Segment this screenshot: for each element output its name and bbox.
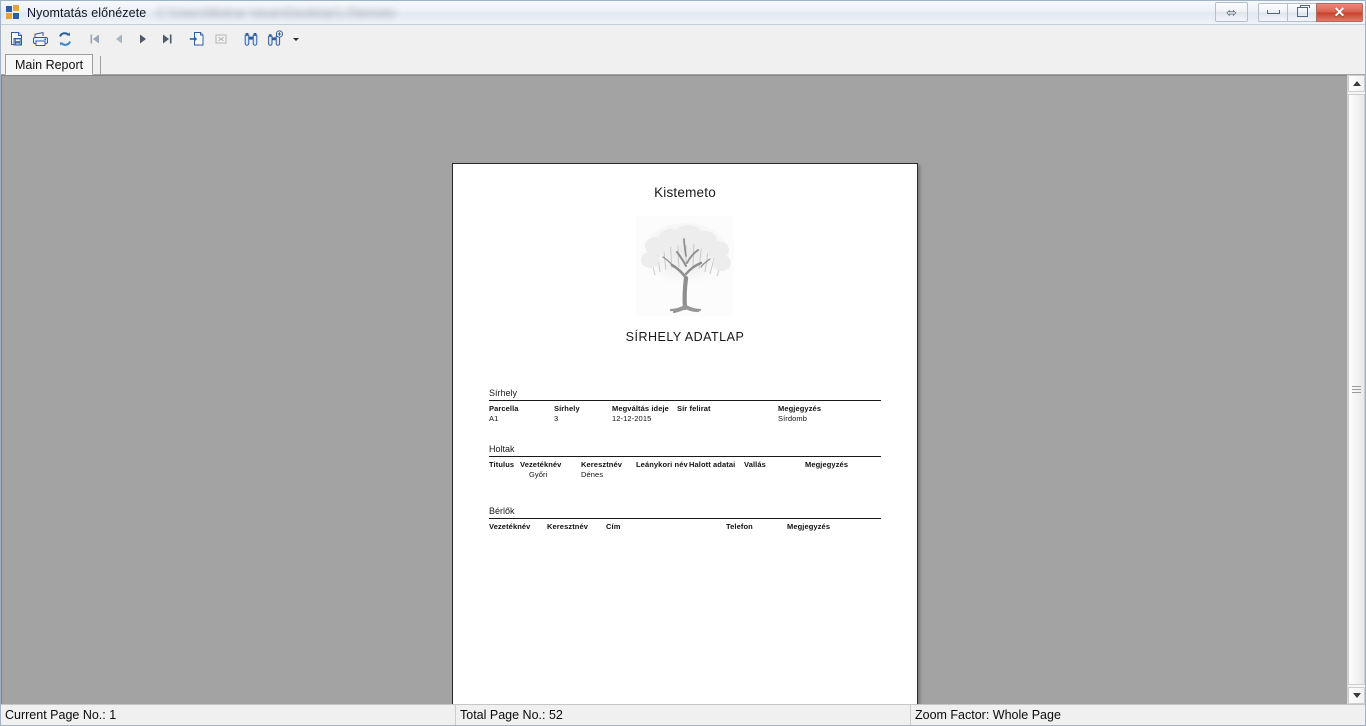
go-to-page-button[interactable]: [185, 27, 209, 50]
col-megjegyzes-header: Megjegyzés: [778, 404, 822, 413]
binoculars-icon: [244, 32, 258, 46]
cell-parcella-value: A1: [489, 414, 499, 423]
last-page-button[interactable]: [155, 27, 179, 50]
scrollbar-grip-icon: [1352, 386, 1361, 393]
section-holtak-grid: Titulus Vezetéknév Keresztnév Leánykori …: [489, 460, 881, 484]
col-titulus-header: Titulus: [489, 460, 515, 469]
close-page-icon: [215, 34, 227, 43]
col-sirfelirat-header: Sír felirat: [677, 404, 711, 413]
status-bar: Current Page No.: 1 Total Page No.: 52 Z…: [1, 704, 1365, 725]
refresh-button[interactable]: [53, 27, 77, 50]
tab-divider: [100, 56, 102, 74]
next-page-icon: [140, 34, 146, 43]
minimize-button[interactable]: [1258, 2, 1287, 22]
section-berlok-label: Bérlők: [489, 506, 515, 516]
app-icon: [6, 4, 22, 21]
section-berlok-rule: [489, 518, 881, 519]
col-berlo-keresztnev-header: Keresztnév: [547, 522, 589, 531]
preview-area: Kistemeto SÍRHELY ADATLAP Sírhely Parcel…: [1, 75, 1365, 704]
col-berlo-cim-header: Cím: [606, 522, 621, 531]
window-title: Nyomtatás előnézete: [27, 5, 147, 20]
export-icon: [11, 31, 22, 45]
maximize-button[interactable]: [1287, 2, 1316, 22]
previous-page-icon: [116, 34, 122, 43]
section-berlok: Bérlők Vezetéknév Keresztnév Cím Telefon…: [489, 506, 881, 546]
section-berlok-grid: Vezetéknév Keresztnév Cím Telefon Megjeg…: [489, 522, 881, 546]
minimize-icon: [1266, 10, 1280, 14]
maximize-icon: [1296, 5, 1310, 17]
section-sirhely-label: Sírhely: [489, 388, 518, 398]
col-vezeteknev-header: Vezetéknév: [520, 460, 562, 469]
col-sirhely-header: Sírhely: [554, 404, 580, 413]
vertical-scrollbar[interactable]: [1347, 75, 1365, 704]
report-page: Kistemeto SÍRHELY ADATLAP Sírhely Parcel…: [452, 163, 918, 704]
printer-icon: [33, 31, 48, 46]
first-page-button[interactable]: [83, 27, 107, 50]
report-header-title: Kistemeto: [654, 185, 716, 200]
tab-strip: Main Report: [1, 52, 1365, 75]
cell-vezeteknev-value: Győri: [529, 470, 548, 479]
col-vallas-header: Vallás: [744, 460, 766, 469]
section-holtak-label: Holtak: [489, 444, 515, 454]
col-megvaltas-header: Megváltás ideje: [612, 404, 669, 413]
cell-megjegyzes-value: Sírdomb: [778, 414, 808, 423]
stop-button: [209, 27, 233, 50]
close-icon: ✕: [1333, 4, 1346, 20]
print-preview-window: Nyomtatás előnézete C:\Users\Molnar Istv…: [0, 0, 1366, 726]
previous-page-button[interactable]: [107, 27, 131, 50]
tab-main-report[interactable]: Main Report: [5, 54, 94, 75]
col-holtak-megjegyzes-header: Megjegyzés: [805, 460, 849, 469]
section-holtak: Holtak Titulus Vezetéknév Keresztnév Leá…: [489, 444, 881, 484]
scrollbar-thumb[interactable]: [1348, 94, 1365, 685]
col-berlo-telefon-header: Telefon: [726, 522, 753, 531]
caret-up-icon: [1352, 81, 1361, 86]
toolbar: [1, 25, 1365, 52]
preview-canvas[interactable]: Kistemeto SÍRHELY ADATLAP Sírhely Parcel…: [1, 75, 1347, 704]
report-subtitle: SÍRHELY ADATLAP: [625, 330, 745, 344]
next-page-button[interactable]: [131, 27, 155, 50]
title-bar: Nyomtatás előnézete C:\Users\Molnar Istv…: [1, 1, 1365, 25]
chevron-down-icon: [293, 37, 299, 41]
scroll-down-button[interactable]: [1348, 687, 1365, 704]
first-page-icon: [90, 34, 99, 43]
col-berlo-megjegyzes-header: Megjegyzés: [787, 522, 831, 531]
tab-main-report-label: Main Report: [15, 57, 84, 72]
go-to-page-icon: [189, 31, 204, 45]
status-current-page: Current Page No.: 1: [1, 705, 456, 725]
col-berlo-vezeteknev-header: Vezetéknév: [489, 522, 531, 531]
col-parcella-header: Parcella: [489, 404, 519, 413]
section-sirhely-grid: Parcella Sírhely Megváltás ideje Sír fel…: [489, 404, 881, 428]
export-report-button[interactable]: [5, 27, 29, 50]
col-leanykorinev-header: Leánykori név: [636, 460, 688, 469]
print-report-button[interactable]: [29, 27, 53, 50]
window-title-path: C:\Users\Molnar Istvan\Desktop\1.0\temet…: [156, 5, 396, 20]
section-holtak-rule: [489, 456, 881, 457]
col-halottadatai-header: Halott adatai: [689, 460, 736, 469]
scroll-up-button[interactable]: [1348, 75, 1365, 92]
col-keresztnev-header: Keresztnév: [581, 460, 623, 469]
status-zoom-factor: Zoom Factor: Whole Page: [915, 708, 1061, 722]
status-total-pages: Total Page No.: 52: [456, 705, 911, 725]
section-sirhely-rule: [489, 400, 881, 401]
close-button[interactable]: ✕: [1316, 2, 1363, 22]
refresh-icon: [59, 31, 71, 46]
zoom-dropdown-button[interactable]: [287, 27, 305, 50]
cell-keresztnev-value: Dénes: [581, 470, 604, 479]
section-sirhely: Sírhely Parcella Sírhely Megváltás ideje…: [489, 388, 881, 428]
willow-tree-image: [636, 216, 734, 316]
resize-button[interactable]: ⬄: [1215, 2, 1248, 22]
window-controls: ⬄ ✕: [1215, 2, 1363, 22]
cell-megvaltas-value: 12-12-2015: [612, 414, 652, 423]
zoom-button[interactable]: [263, 27, 287, 50]
last-page-icon: [163, 34, 172, 43]
find-text-button[interactable]: [239, 27, 263, 50]
binoculars-plus-icon: [268, 29, 283, 46]
scrollbar-track[interactable]: [1348, 92, 1365, 687]
cell-sirhely-value: 3: [554, 414, 559, 423]
caret-down-icon: [1352, 693, 1361, 698]
resize-arrows-icon: ⬄: [1226, 4, 1237, 20]
